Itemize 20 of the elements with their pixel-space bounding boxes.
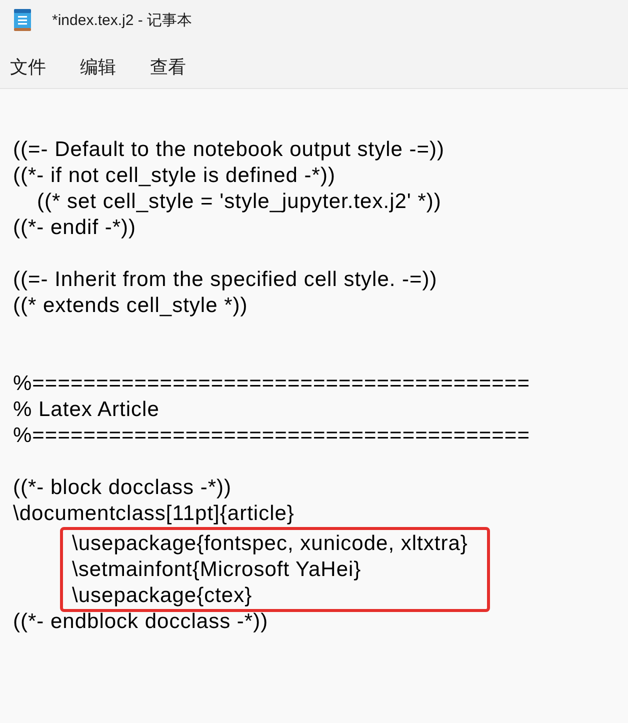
- code-line: %=======================================: [13, 423, 530, 449]
- menu-item[interactable]: 编辑: [80, 55, 116, 79]
- code-line: ((* extends cell_style *)): [13, 293, 248, 319]
- code-line: ((*- block docclass -*)): [13, 475, 232, 501]
- menu-item[interactable]: 文件: [10, 55, 46, 79]
- code-line: \documentclass[11pt]{article}: [13, 501, 294, 527]
- code-line: ((=- Default to the notebook output style -=)): [13, 137, 445, 163]
- code-line: %=======================================: [13, 371, 530, 397]
- notepad-icon: [14, 9, 31, 31]
- code-line: \usepackage{ctex}: [72, 583, 252, 609]
- code-line: ((* set cell_style = 'style_jupyter.tex.j2' *)): [37, 189, 442, 215]
- code-line: \setmainfont{Microsoft YaHei}: [72, 557, 362, 583]
- code-line: ((*- endif -*)): [13, 215, 136, 241]
- code-line: % Latex Article: [13, 397, 160, 423]
- code-line: ((*- endblock docclass -*)): [13, 609, 268, 635]
- code-line: ((=- Inherit from the specified cell style. -=)): [13, 267, 438, 293]
- menu-item[interactable]: 查看: [150, 55, 186, 79]
- code-line: \usepackage{fontspec, xunicode, xltxtra}: [72, 531, 468, 557]
- window-title: *index.tex.j2 - 记事本: [52, 10, 192, 30]
- code-line: ((*- if not cell_style is defined -*)): [13, 163, 336, 189]
